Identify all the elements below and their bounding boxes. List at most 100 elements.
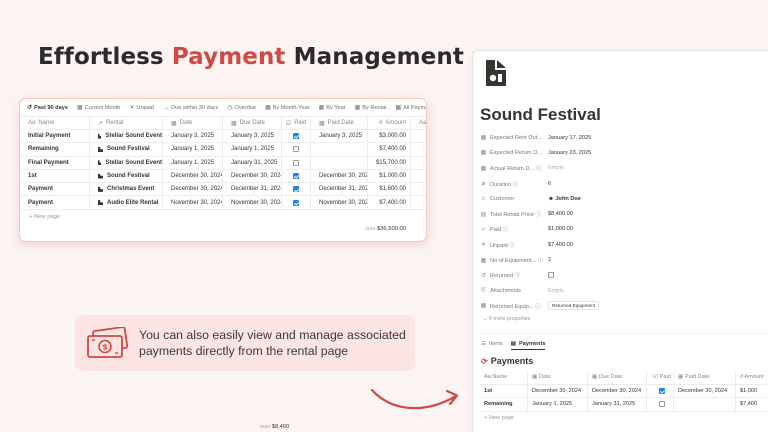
table-row[interactable]: 1st Sound Festival December 30, 2024 Decemb…	[20, 169, 426, 184]
name-cell[interactable]: 1st	[480, 384, 528, 397]
due-date-cell[interactable]: January 31, 2025	[223, 156, 282, 169]
property-value[interactable]: $1,000.00	[548, 226, 573, 232]
property-row[interactable]: ▦ Expected Rent Out... January 17, 2025	[480, 130, 768, 145]
amount-cell[interactable]: $1,600.00	[368, 183, 411, 196]
date-cell[interactable]: December 30, 2024	[528, 384, 588, 397]
rental-link[interactable]: Sound Festival	[107, 146, 150, 152]
column-header[interactable]: ☑ Paid	[647, 371, 674, 384]
property-row[interactable]: ⎘ Attachments Empty	[480, 283, 768, 298]
name-cell[interactable]: Initial Payment	[20, 130, 90, 143]
property-row[interactable]: ✓ Paid ⓘ $1,000.00	[480, 222, 768, 237]
paid-date-cell[interactable]: January 3, 2025	[311, 130, 368, 143]
paid-date-cell[interactable]: December 30, 2024	[674, 384, 736, 397]
paid-date-cell[interactable]	[311, 143, 368, 156]
property-value[interactable]: January 23, 2025	[548, 150, 591, 156]
view-tab[interactable]: ▦All Payments	[396, 104, 427, 112]
column-header[interactable]: ▦ Due Date	[588, 371, 647, 384]
column-header[interactable]: Aa Name	[20, 117, 90, 129]
column-header[interactable]: # Amount	[368, 117, 411, 129]
related-tab[interactable]: ☰ Items	[481, 338, 503, 350]
paid-checkbox[interactable]	[293, 173, 299, 180]
column-header[interactable]: ☑ Paid	[282, 117, 311, 129]
returned-checkbox[interactable]	[548, 272, 554, 279]
view-tab[interactable]: ▦ By Year	[319, 104, 346, 112]
more-properties-toggle[interactable]: ⌄ 9 more properties	[483, 316, 530, 322]
property-value[interactable]: Empty	[548, 165, 564, 171]
table-row[interactable]: Initial Payment Stellar Sound Event Januar…	[20, 130, 426, 144]
property-value[interactable]: $7,400.00	[548, 242, 573, 248]
paid-checkbox[interactable]	[293, 133, 299, 140]
property-value[interactable]: ☻ John Doe	[548, 196, 581, 202]
property-value[interactable]: $8,400.00	[548, 211, 573, 217]
paid-date-cell[interactable]: November 30, 2024	[311, 196, 368, 209]
paid-checkbox[interactable]	[293, 146, 299, 153]
property-row[interactable]: ✕ Unpaid ⓘ $7,400.00	[480, 237, 768, 252]
name-cell[interactable]: Payment	[20, 196, 90, 209]
column-header[interactable]: ↗ Rental	[90, 117, 163, 129]
property-value[interactable]: Empty	[548, 288, 564, 294]
extra-cell[interactable]	[411, 157, 426, 169]
extra-cell[interactable]	[411, 196, 426, 208]
column-header[interactable]: ▦ Due Date	[223, 117, 282, 129]
property-row[interactable]: ☺ Customer ☻ John Doe	[480, 191, 768, 206]
column-header[interactable]: ▦ Date	[528, 371, 588, 384]
table-row[interactable]: Final Payment Stellar Sound Event January …	[20, 156, 426, 170]
due-cell[interactable]: January 31, 2025	[588, 398, 647, 411]
column-header[interactable]: ▦ Paid Date	[674, 371, 736, 384]
returned-equipment-tag[interactable]: Returned Equipment	[548, 301, 599, 311]
table-row[interactable]: Remaining Sound Festival January 1, 2025 Ja…	[20, 143, 426, 157]
property-row[interactable]: ⌀ Duration ⓘ 6	[480, 176, 768, 191]
table-row[interactable]: Remaining January 1, 2025 January 31, 2025…	[480, 398, 768, 412]
name-cell[interactable]: 1st	[20, 169, 90, 183]
due-date-cell[interactable]: December 31, 2024	[223, 183, 282, 196]
amount-cell[interactable]: $7,400	[736, 398, 768, 411]
rental-cell[interactable]: Stellar Sound Event	[90, 156, 163, 169]
rental-link[interactable]: Christmas Event	[107, 186, 154, 192]
table-row[interactable]: Payment Christmas Event December 30, 2024 D…	[20, 183, 426, 197]
view-tab[interactable]: → Due within 30 days	[163, 105, 218, 111]
column-header[interactable]: AaPe	[411, 117, 426, 129]
property-row[interactable]: ▦ Returned Equip... ⓘ Returned Equipment	[480, 298, 768, 313]
due-date-cell[interactable]: January 1, 2025	[223, 143, 282, 156]
paid-date-cell[interactable]: December 31, 2024	[311, 183, 368, 196]
view-tab[interactable]: ↺ Past 90 days	[27, 104, 68, 112]
related-tab[interactable]: ▤ Payments	[510, 338, 546, 350]
amount-cell[interactable]: $1,000	[736, 385, 768, 398]
paid-date-cell[interactable]	[311, 156, 368, 169]
rental-cell[interactable]: Sound Festival	[90, 169, 163, 183]
property-row[interactable]: ▦ Actual Return D... ⓘ Empty	[480, 161, 768, 176]
rental-link[interactable]: Stellar Sound Event	[105, 160, 162, 166]
property-value[interactable]: 2	[548, 257, 551, 263]
amount-cell[interactable]: $15,700.00	[368, 156, 411, 169]
rental-cell[interactable]: Stellar Sound Event	[90, 130, 163, 143]
rental-link[interactable]: Audio Elite Rental	[107, 200, 158, 206]
view-tab[interactable]: ◷ Overdue	[227, 104, 256, 112]
paid-checkbox[interactable]	[293, 186, 299, 193]
extra-cell[interactable]	[411, 183, 426, 195]
view-tab[interactable]: ✕ Unpaid	[129, 104, 154, 112]
rental-link[interactable]: Sound Festival	[107, 173, 150, 179]
extra-cell[interactable]	[411, 170, 426, 182]
view-tab[interactable]: ▦ By Month-Year	[265, 104, 309, 112]
name-cell[interactable]: Final Payment	[20, 156, 90, 169]
rental-cell[interactable]: Audio Elite Rental	[90, 196, 163, 209]
amount-cell[interactable]: $7,400.00	[368, 143, 411, 156]
date-cell[interactable]: January 1, 2025	[163, 156, 223, 169]
date-cell[interactable]: December 30, 2024	[163, 183, 223, 196]
property-row[interactable]: ▦ Expected Return D... January 23, 2025	[480, 145, 768, 160]
due-cell[interactable]: December 30, 2024	[588, 384, 647, 397]
date-cell[interactable]: January 1, 2025	[528, 398, 588, 411]
date-cell[interactable]: December 30, 2024	[163, 169, 223, 183]
name-cell[interactable]: Remaining	[20, 143, 90, 156]
name-cell[interactable]: Remaining	[480, 398, 528, 411]
property-row[interactable]: ▤ Total Rental Price ⓘ $8,400.00	[480, 206, 768, 221]
due-date-cell[interactable]: December 30, 2024	[223, 169, 282, 183]
due-date-cell[interactable]: November 30, 2024	[223, 196, 282, 209]
date-cell[interactable]: January 3, 2025	[163, 130, 223, 143]
extra-cell[interactable]	[411, 130, 426, 142]
date-cell[interactable]: November 30, 2024	[163, 196, 223, 209]
column-header[interactable]: Aa Name	[480, 371, 528, 384]
name-cell[interactable]: Payment	[20, 183, 90, 196]
rental-cell[interactable]: Sound Festival	[90, 143, 163, 156]
property-row[interactable]: ↺ Returned ⓘ	[480, 268, 768, 283]
